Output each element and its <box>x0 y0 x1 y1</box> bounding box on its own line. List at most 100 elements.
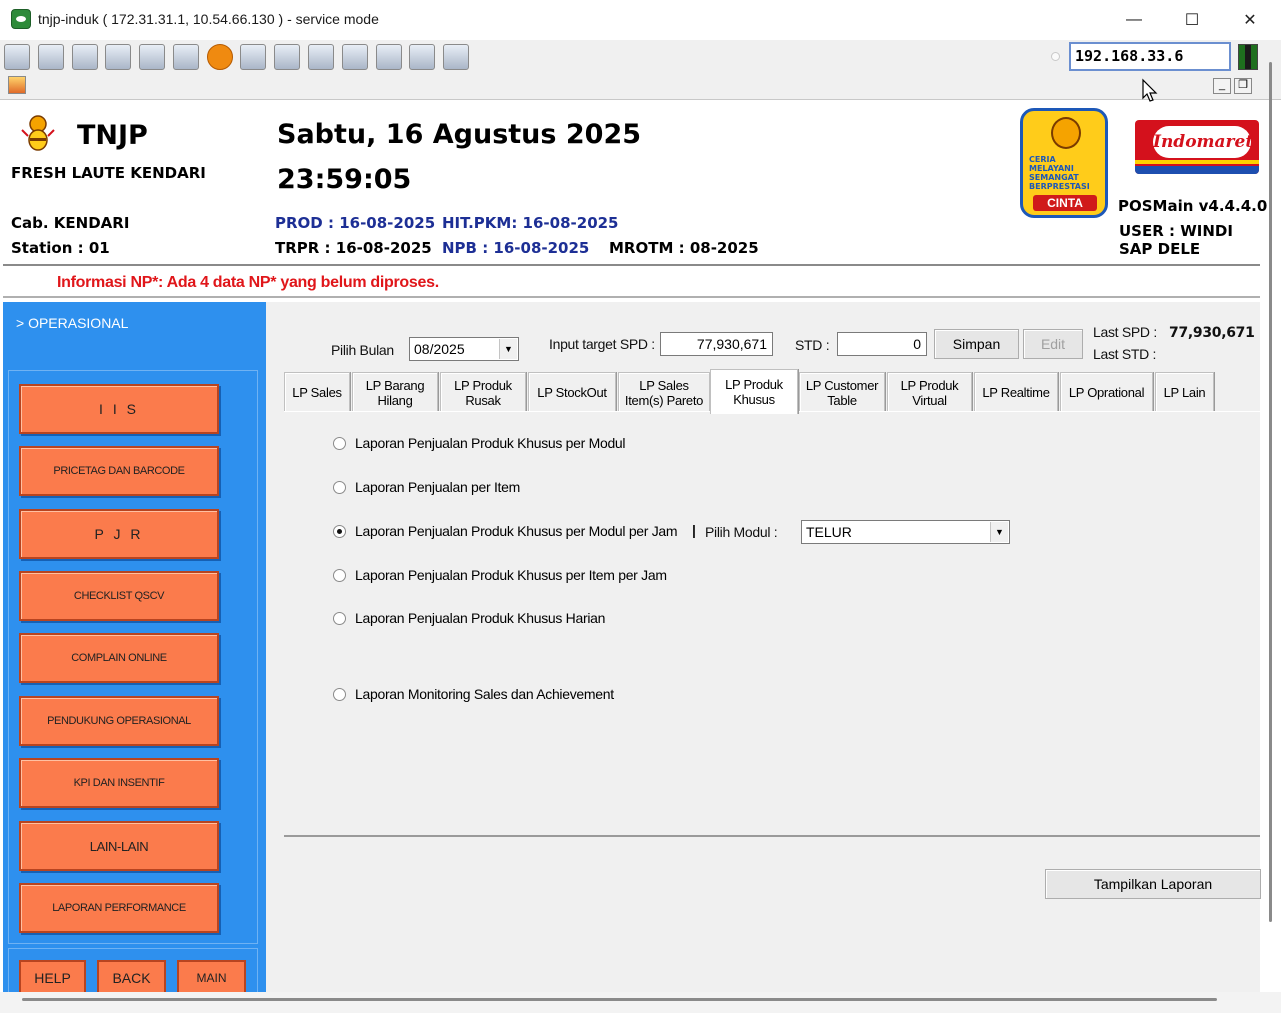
trpr-date: TRPR : 16-08-2025 <box>275 239 432 257</box>
help-button[interactable]: HELP <box>19 960 86 996</box>
tab-lp-produk-rusak[interactable]: LP Produk Rusak <box>440 372 526 412</box>
modul-select[interactable]: TELUR ▼ <box>801 520 1010 544</box>
report-option[interactable]: Laporan Penjualan Produk Khusus per Modu… <box>333 523 678 539</box>
window-title: tnjp-induk ( 172.31.31.1, 10.54.66.130 )… <box>38 11 379 27</box>
target-spd-label: Input target SPD : <box>549 336 655 352</box>
hit-pkm-date: HIT.PKM: 16-08-2025 <box>442 214 619 232</box>
radio-button[interactable] <box>333 480 346 494</box>
report-option[interactable]: Laporan Penjualan per Item <box>333 479 520 495</box>
map-icon[interactable] <box>409 44 435 70</box>
tab-lp-stockout[interactable]: LP StockOut <box>528 372 616 412</box>
report-option[interactable]: Laporan Penjualan Produk Khusus per Item… <box>333 567 667 583</box>
menu-button-complain[interactable]: COMPLAIN ONLINE <box>19 633 219 683</box>
report-option-label: Laporan Penjualan Produk Khusus Harian <box>355 610 606 626</box>
current-time: 23:59:05 <box>277 164 412 195</box>
radio-button[interactable] <box>333 687 346 701</box>
report-option-label: Laporan Penjualan Produk Khusus per Modu… <box>355 523 678 539</box>
tab-lp-barang-hilang[interactable]: LP Barang Hilang <box>352 372 438 412</box>
last-spd-label: Last SPD : <box>1093 324 1157 340</box>
chevron-down-icon[interactable]: ▼ <box>990 522 1008 542</box>
minimize-button[interactable]: — <box>1106 6 1162 34</box>
close-button[interactable]: ✕ <box>1222 6 1278 34</box>
std-input[interactable]: 0 <box>837 332 927 356</box>
keyboard-icon[interactable] <box>173 44 199 70</box>
menu-button-checklist[interactable]: CHECKLIST QSCV <box>19 571 219 621</box>
show-report-button[interactable]: Tampilkan Laporan <box>1045 869 1261 899</box>
mdi-restore-button[interactable]: ❐ <box>1234 78 1252 94</box>
cinta-label: CINTA <box>1033 195 1097 211</box>
transfer-icon[interactable] <box>342 44 368 70</box>
info-message: Informasi NP*: Ada 4 data NP* yang belum… <box>57 274 439 291</box>
user-label: USER : WINDI SAP DELE <box>1119 222 1233 258</box>
notes-icon[interactable] <box>376 44 402 70</box>
indomaret-logo-text: Indomaret <box>1153 126 1253 158</box>
menu-button-laporan[interactable]: LAPORAN PERFORMANCE <box>19 883 219 933</box>
app-icon <box>11 9 31 29</box>
network-icon[interactable] <box>240 44 266 70</box>
windows-flag-icon[interactable] <box>139 44 165 70</box>
modul-label: Pilih Modul : <box>705 524 778 540</box>
tab-lp-produk-khusus[interactable]: LP Produk Khusus <box>710 369 798 414</box>
back-button[interactable]: BACK <box>97 960 166 996</box>
radio-button-checked[interactable] <box>333 524 346 538</box>
windows-icon[interactable] <box>38 44 64 70</box>
cinta-logo: CERIA MELAYANI SEMANGAT BERPRESTASI CINT… <box>1020 108 1108 218</box>
vertical-scroll-thumb[interactable] <box>1269 62 1272 922</box>
tab-lp-lain[interactable]: LP Lain <box>1155 372 1214 412</box>
app-version: POSMain v4.4.4.0 <box>1118 197 1268 215</box>
report-option-label: Laporan Penjualan Produk Khusus per Item… <box>355 567 667 583</box>
app-menu-icon[interactable] <box>8 76 26 94</box>
store-name: FRESH LAUTE KENDARI <box>11 164 206 182</box>
station-label: Station : 01 <box>11 239 110 257</box>
month-label: Pilih Bulan <box>331 342 394 358</box>
tab-lp-oprational[interactable]: LP Oprational <box>1060 372 1153 412</box>
chat-icon[interactable] <box>443 44 469 70</box>
main-button[interactable]: MAIN <box>177 960 246 996</box>
mrotm-date: MROTM : 08-2025 <box>609 239 759 257</box>
last-spd-value: 77,930,671 <box>1169 325 1255 341</box>
tab-lp-sales-pareto[interactable]: LP Sales Item(s) Pareto <box>618 372 710 412</box>
tab-lp-sales[interactable]: LP Sales <box>284 372 350 412</box>
menu-button-pjr[interactable]: P J R <box>19 509 219 559</box>
month-select[interactable]: 08/2025 ▼ <box>409 337 519 361</box>
report-option-label: Laporan Penjualan Produk Khusus per Modu… <box>355 435 626 451</box>
report-option-label: Laporan Monitoring Sales dan Achievement <box>355 686 614 702</box>
report-option[interactable]: Laporan Penjualan Produk Khusus Harian <box>333 610 605 626</box>
menu-button-lain[interactable]: LAIN-LAIN <box>19 821 219 871</box>
menu-button-iis[interactable]: I I S <box>19 384 219 434</box>
connection-status-icon <box>1238 44 1258 70</box>
mouse-cursor-icon <box>1142 78 1158 102</box>
edit-button[interactable]: Edit <box>1023 329 1083 359</box>
radio-button[interactable] <box>333 611 346 625</box>
radio-button[interactable] <box>333 436 346 450</box>
horizontal-scroll-thumb[interactable] <box>22 998 1217 1001</box>
modul-separator: | <box>692 522 696 538</box>
menu-button-kpi[interactable]: KPI DAN INSENTIF <box>19 758 219 808</box>
radio-button[interactable] <box>333 568 346 582</box>
tab-lp-realtime[interactable]: LP Realtime <box>974 372 1058 412</box>
report-option[interactable]: Laporan Monitoring Sales dan Achievement <box>333 686 614 702</box>
target-spd-input[interactable]: 77,930,671 <box>660 332 773 356</box>
menu-button-pendukung[interactable]: PENDUKUNG OPERASIONAL <box>19 696 219 746</box>
report-option[interactable]: Laporan Penjualan Produk Khusus per Modu… <box>333 435 626 451</box>
refresh-icon[interactable] <box>105 44 131 70</box>
menu-button-pricetag[interactable]: PRICETAG DAN BARCODE <box>19 446 219 496</box>
display-icon[interactable] <box>308 44 334 70</box>
ip-address-field[interactable]: 192.168.33.6 <box>1069 42 1231 71</box>
fullscreen-icon[interactable] <box>274 44 300 70</box>
modul-value: TELUR <box>806 524 852 540</box>
save-button[interactable]: Simpan <box>934 329 1019 359</box>
chevron-down-icon[interactable]: ▼ <box>499 339 517 359</box>
month-value: 08/2025 <box>414 341 465 357</box>
maximize-button[interactable]: ☐ <box>1164 6 1220 34</box>
horizontal-scrollbar[interactable] <box>0 992 1281 1013</box>
mdi-minimize-button[interactable]: _ <box>1213 78 1231 94</box>
monitor-icon[interactable] <box>4 44 30 70</box>
tab-lp-customer-table[interactable]: LP Customer Table <box>799 372 885 412</box>
sidebar-title: > OPERASIONAL <box>16 315 129 331</box>
tools-icon[interactable] <box>72 44 98 70</box>
alert-icon[interactable] <box>207 44 233 70</box>
tab-lp-produk-virtual[interactable]: LP Produk Virtual <box>887 372 972 412</box>
npb-date: NPB : 16-08-2025 <box>442 239 590 257</box>
report-option-label: Laporan Penjualan per Item <box>355 479 520 495</box>
